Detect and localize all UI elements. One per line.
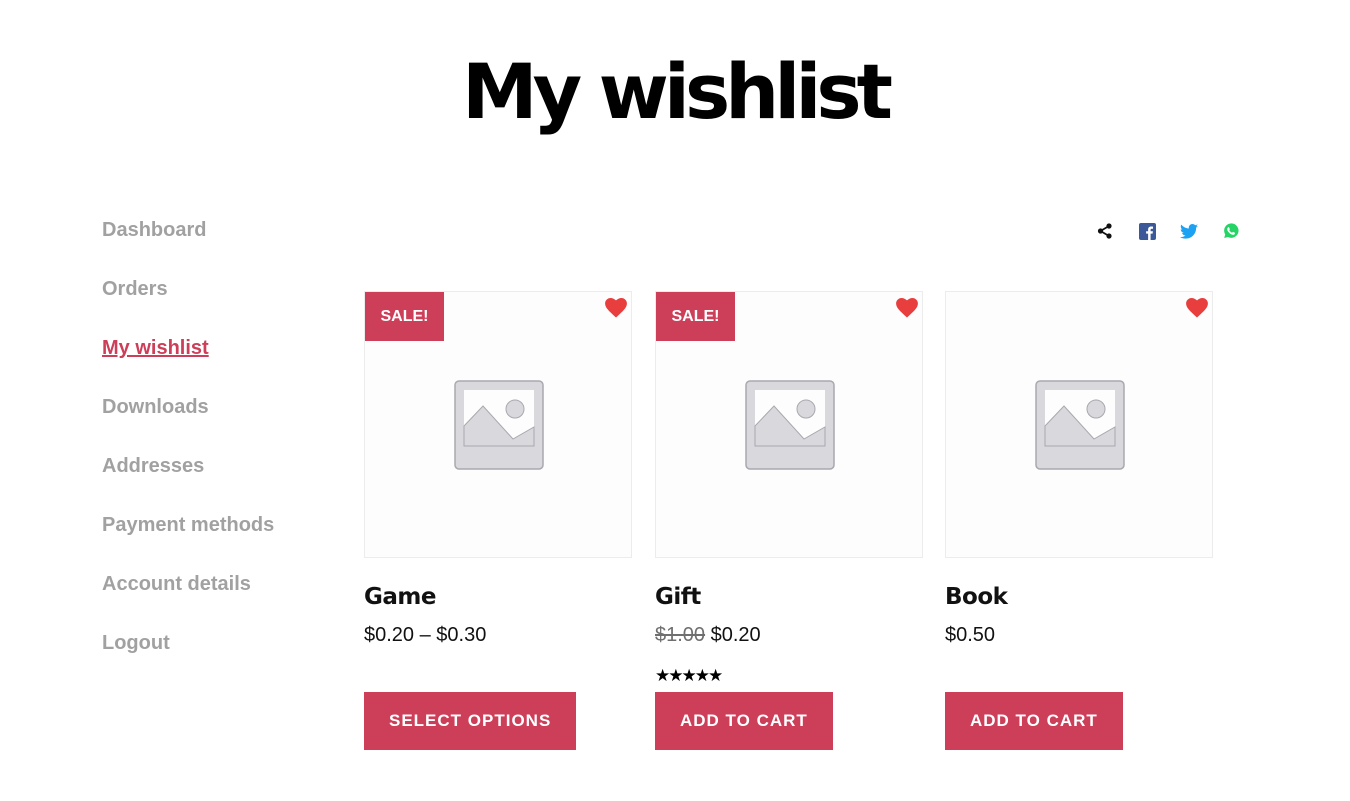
image-placeholder-icon (454, 380, 544, 470)
add-to-cart-button[interactable]: ADD TO CART (945, 692, 1123, 750)
product-image[interactable]: SALE! (655, 291, 923, 558)
add-to-cart-button[interactable]: ADD TO CART (655, 692, 833, 750)
product-price: $0.20 – $0.30 (364, 624, 487, 646)
product-name[interactable]: Book (945, 584, 1008, 610)
product-name[interactable]: Game (364, 584, 436, 610)
star-rating: ★★★★★ (655, 666, 723, 685)
product-name[interactable]: Gift (655, 584, 701, 610)
sale-badge: SALE! (656, 292, 735, 341)
whatsapp-icon[interactable] (1220, 220, 1242, 242)
twitter-icon[interactable] (1178, 220, 1200, 242)
nav-item-addresses[interactable]: Addresses (102, 453, 274, 512)
account-navigation: Dashboard Orders My wishlist Downloads A… (102, 217, 274, 689)
nav-item-logout[interactable]: Logout (102, 630, 274, 689)
share-icon[interactable] (1094, 220, 1116, 242)
wishlist-product-book: Book $0.50 ADD TO CART (945, 291, 1213, 750)
nav-item-payment-methods[interactable]: Payment methods (102, 512, 274, 571)
product-price: $0.50 (945, 624, 996, 646)
image-placeholder-icon (1035, 380, 1125, 470)
nav-item-downloads[interactable]: Downloads (102, 394, 274, 453)
sale-price: $0.20 (710, 624, 761, 646)
product-image[interactable]: SALE! (364, 291, 632, 558)
page-title: My wishlist (462, 47, 893, 136)
nav-item-orders[interactable]: Orders (102, 276, 274, 335)
wishlist-product-gift: SALE! Gift $1.00 $0.20 ★★★★★ ADD TO CART (655, 291, 923, 750)
sale-badge: SALE! (365, 292, 444, 341)
regular-price: $1.00 (655, 624, 706, 646)
nav-item-account-details[interactable]: Account details (102, 571, 274, 630)
image-placeholder-icon (745, 380, 835, 470)
nav-item-dashboard[interactable]: Dashboard (102, 217, 274, 276)
heart-icon[interactable] (896, 298, 918, 318)
product-price: $1.00 $0.20 (655, 624, 761, 647)
nav-item-my-wishlist[interactable]: My wishlist (102, 335, 274, 394)
wishlist-product-game: SALE! Game $0.20 – $0.30 SELECT OPTIONS (364, 291, 632, 750)
heart-icon[interactable] (1186, 298, 1208, 318)
product-image[interactable] (945, 291, 1213, 558)
facebook-icon[interactable] (1136, 220, 1158, 242)
heart-icon[interactable] (605, 298, 627, 318)
select-options-button[interactable]: SELECT OPTIONS (364, 692, 577, 750)
share-bar (1094, 220, 1242, 242)
